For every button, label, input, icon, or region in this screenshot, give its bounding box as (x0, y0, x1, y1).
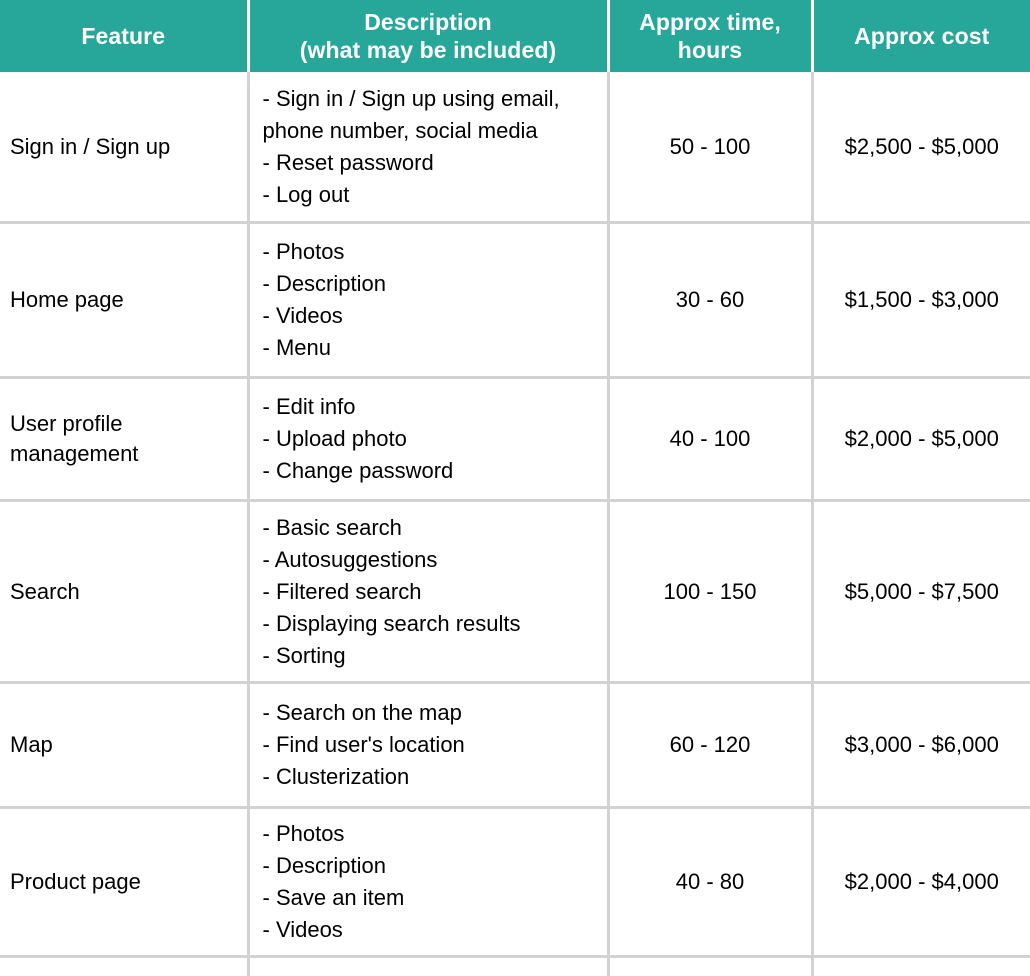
cell-approx-time: 50 - 100 (608, 72, 814, 223)
cell-approx-cost: $2,500 - $5,000 (812, 72, 1030, 223)
description-list: - Basic search - Autosuggestions - Filtere… (263, 512, 597, 672)
description-line: - Sign in / Sign up using email, (262, 85, 560, 111)
description-line: - Change password (262, 458, 454, 483)
description-line: - Reset password (262, 149, 434, 175)
column-header-feature: Feature (0, 0, 250, 72)
table-row: User profile management - Edit info - Uplo… (0, 376, 1030, 501)
description-line: - Search on the map (262, 700, 462, 725)
description-line: - Videos (262, 303, 343, 328)
description-line: - Displaying search results (262, 610, 521, 636)
cell-feature: Search (0, 499, 250, 683)
cell-description: - Photos - Description - Videos - Menu (248, 221, 610, 378)
description-line: - Description (262, 853, 386, 878)
table-row: Home page - Photos - Description - Videos - … (0, 221, 1030, 378)
description-line: - Filtered search (262, 578, 422, 604)
description-line: - Menu (262, 335, 331, 360)
cell-approx-cost: $2,000 - $5,000 (812, 376, 1030, 501)
description-line: - Photos (262, 239, 345, 264)
table-row: Sign in / Sign up - Sign in / Sign up usi… (0, 72, 1030, 223)
column-header-time-line2: hours (677, 37, 743, 63)
description-line: - Log out (262, 181, 350, 207)
description-line: - Sorting (262, 642, 346, 668)
table-body: Sign in / Sign up - Sign in / Sign up usi… (0, 72, 1030, 976)
column-header-cost-label: Approx cost (854, 23, 990, 49)
column-header-feature-label: Feature (81, 23, 166, 49)
description-line: - Upload photo (262, 426, 407, 451)
description-line: phone number, social media (262, 117, 538, 143)
cell-approx-time: 40 - 100 (608, 376, 814, 501)
column-header-cost: Approx cost (812, 0, 1030, 72)
description-line: - Autosuggestions (262, 546, 438, 572)
cell-feature: Map (0, 681, 250, 808)
column-header-description: Description (what may be included) (248, 0, 610, 72)
column-header-description-line1: Description (364, 9, 492, 35)
table-row: Search - Basic search - Autosuggestions - F… (0, 499, 1030, 683)
cell-approx-cost: $3,000 - $6,000 (812, 681, 1030, 808)
cell-approx-cost: $3,000 - $7,500 (812, 955, 1030, 976)
cell-feature: Sign in / Sign up (0, 72, 250, 223)
description-list: - Edit info - Upload photo - Change passwo… (263, 391, 597, 487)
cell-approx-time: 60 - 120 (608, 681, 814, 808)
cell-description: - Photos - Description - Save an item - Vid… (248, 806, 610, 957)
table-row: Payments- Add card- Make a transaction- … (0, 955, 1030, 976)
cell-approx-cost: $1,500 - $3,000 (812, 221, 1030, 378)
cell-approx-cost: $5,000 - $7,500 (812, 499, 1030, 683)
table-row: Product page - Photos - Description - Save … (0, 806, 1030, 957)
description-line: - Videos (262, 917, 343, 942)
description-list: - Photos - Description - Videos - Menu (263, 236, 597, 364)
table-row: Map - Search on the map - Find user's loca… (0, 681, 1030, 808)
cell-description: - Add card- Make a transaction- Payments… (248, 955, 610, 976)
cell-description: - Sign in / Sign up using email, phone nu… (248, 72, 610, 223)
table-header: Feature Description (what may be include… (0, 0, 1030, 72)
description-line: - Basic search (262, 514, 402, 540)
description-line: - Clusterization (262, 764, 410, 789)
cell-approx-time: 100 - 150 (608, 499, 814, 683)
description-line: - Description (262, 271, 386, 296)
cell-description: - Edit info - Upload photo - Change passwo… (248, 376, 610, 501)
cell-description: - Basic search - Autosuggestions - Filtere… (248, 499, 610, 683)
description-list: - Sign in / Sign up using email, phone nu… (263, 83, 597, 211)
description-line: - Find user's location (262, 732, 465, 757)
cell-feature: User profile management (0, 376, 250, 501)
description-line: - Save an item (262, 885, 405, 910)
column-header-time-line1: Approx time, (639, 9, 781, 35)
feature-cost-table: Feature Description (what may be include… (0, 0, 1030, 976)
cell-approx-time: 40 - 80 (608, 806, 814, 957)
feature-cost-table-container: Feature Description (what may be include… (0, 0, 1030, 976)
description-line: - Edit info (262, 394, 356, 419)
column-header-time: Approx time, hours (608, 0, 814, 72)
description-line: - Photos (262, 821, 345, 846)
cell-approx-time: 30 - 60 (608, 221, 814, 378)
cell-description: - Search on the map - Find user's locatio… (248, 681, 610, 808)
cell-approx-time: 60 - 150 (608, 955, 814, 976)
cell-feature: Payments (0, 955, 250, 976)
cell-approx-cost: $2,000 - $4,000 (812, 806, 1030, 957)
cell-feature: Product page (0, 806, 250, 957)
column-header-description-line2: (what may be included) (299, 37, 557, 63)
cell-feature: Home page (0, 221, 250, 378)
description-list: - Search on the map - Find user's locatio… (263, 697, 597, 793)
table-header-row: Feature Description (what may be include… (0, 0, 1030, 72)
description-list: - Photos - Description - Save an item - Vid… (263, 818, 597, 946)
